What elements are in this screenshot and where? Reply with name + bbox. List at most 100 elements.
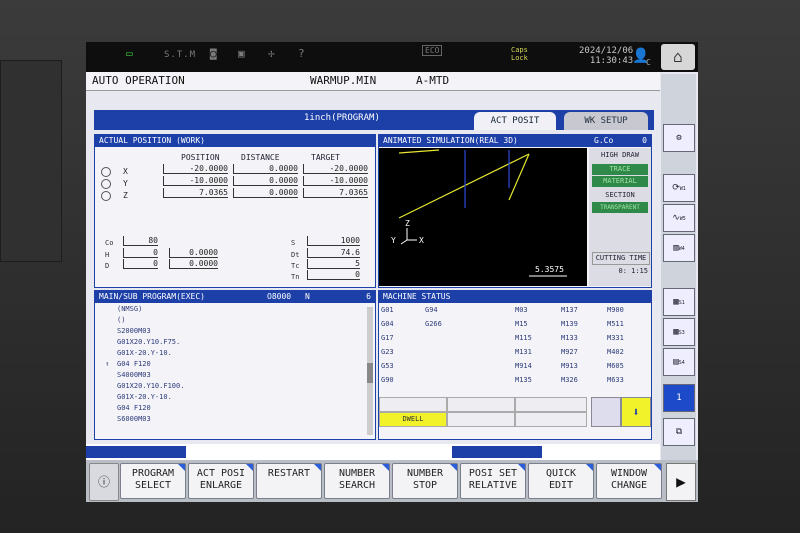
screen-s3-button[interactable]: ▦S3	[663, 318, 695, 346]
play-right-icon: ▶	[676, 472, 686, 491]
number-stop-button[interactable]: NUMBER STOP	[392, 463, 458, 499]
program-scrollbar[interactable]	[367, 307, 373, 435]
m-code: M03	[515, 306, 528, 314]
status-cell	[447, 397, 515, 412]
axis-z-radio[interactable]	[101, 191, 111, 201]
scrollbar-thumb[interactable]	[367, 363, 373, 383]
softkey-arrow-right	[452, 446, 542, 458]
m-code: M331	[607, 334, 624, 342]
number-search-button[interactable]: NUMBER SEARCH	[324, 463, 390, 499]
status-grid: DWELL	[379, 397, 589, 427]
help-icon[interactable]: ?	[298, 47, 305, 60]
material-button[interactable]: MATERIAL	[592, 176, 648, 187]
program-count: 6	[366, 292, 371, 301]
m-code: M511	[607, 320, 624, 328]
nc-screen: ▭ S.T.M ◙ ▣ ✢ ? ECO Caps Lock 2024/12/06 1…	[86, 42, 698, 502]
mtd-mode: A-MTD	[416, 74, 450, 87]
display-switch-icon[interactable]: ⧉	[663, 418, 695, 446]
co-label: Co	[105, 239, 114, 247]
s-label: S	[291, 239, 296, 247]
y-distance: 0.0000	[233, 176, 298, 186]
g-code: G266	[425, 320, 442, 328]
tab-act-posit[interactable]: ACT POSIT	[474, 112, 556, 130]
home-button[interactable]: ⌂	[661, 44, 695, 70]
window-w4-button[interactable]: ▥W4	[663, 234, 695, 262]
user-badge: C	[646, 58, 651, 67]
g-code: G94	[425, 306, 438, 314]
tab-strip: 1inch(PROGRAM) ACT POSIT WK SETUP	[94, 110, 654, 130]
program-line: S6000M03	[117, 415, 151, 423]
axis-x-radio[interactable]	[101, 167, 111, 177]
g-code: G23	[381, 348, 394, 356]
program-line: ()	[117, 316, 126, 324]
axis-y-radio[interactable]	[101, 179, 111, 189]
dt-label: Dt	[291, 251, 300, 259]
g-code: G17	[381, 334, 394, 342]
m-code: M402	[607, 348, 624, 356]
section-button[interactable]: SECTION	[592, 190, 648, 201]
high-draw-button[interactable]: HIGH DRAW	[592, 150, 648, 161]
posi-set-relative-button[interactable]: POSI SET RELATIVE	[460, 463, 526, 499]
g-code: G53	[381, 362, 394, 370]
program-line: G01X-20.Y-10.	[117, 393, 172, 401]
tc-label: Tc	[291, 262, 300, 270]
screen-s4-button[interactable]: ▤S4	[663, 348, 695, 376]
restart-button[interactable]: RESTART	[256, 463, 322, 499]
program-file: WARMUP.MIN	[310, 74, 377, 87]
settings-icon[interactable]: ⚙	[663, 124, 695, 152]
act-posi-enlarge-button[interactable]: ACT POSI ENLARGE	[188, 463, 254, 499]
operation-mode: AUTO OPERATION	[92, 74, 185, 87]
program-line: G01X20.Y10.F100.	[117, 382, 185, 390]
d-label: D	[105, 262, 110, 270]
quick-edit-button[interactable]: QUICK EDIT	[528, 463, 594, 499]
window-change-button[interactable]: WINDOW CHANGE	[596, 463, 662, 499]
camera-icon[interactable]: ◙	[210, 47, 217, 60]
m-code: M605	[607, 362, 624, 370]
simulation-viewport[interactable]: Z Y X 5.3575	[379, 148, 587, 286]
right-sidebar: ⚙ ⟳W1 ∿W5 ▥W4 ▦S1 ▦S3 ▤S4 1 ⧉	[661, 74, 696, 466]
actual-position-title: ACTUAL POSITION (WORK)	[95, 135, 375, 147]
window-w5-button[interactable]: ∿W5	[663, 204, 695, 232]
tc-value: 5	[307, 259, 360, 269]
display-mode-icon[interactable]: ▭	[126, 47, 133, 60]
status-cell	[379, 397, 447, 412]
m-code: M326	[561, 376, 578, 384]
m-code: M115	[515, 334, 532, 342]
m-code: M135	[515, 376, 532, 384]
z-position: 7.0365	[163, 188, 228, 198]
d-value: 0.0000	[169, 259, 218, 269]
m-code: M900	[607, 306, 624, 314]
softkey-arrow-left	[86, 446, 186, 458]
info-button[interactable]: ⓘ	[89, 463, 119, 501]
m-code: M927	[561, 348, 578, 356]
tool-down-icon: ⬇	[621, 397, 651, 427]
program-line: S2000M03	[117, 327, 151, 335]
page-indicator[interactable]: 1	[663, 384, 695, 412]
window-w1-button[interactable]: ⟳W1	[663, 174, 695, 202]
d-num: 0	[123, 259, 158, 269]
toolpath-graphic: Z Y X 5.3575	[391, 149, 567, 277]
x-distance: 0.0000	[233, 164, 298, 174]
spindle-icon	[591, 397, 621, 427]
status-cell	[447, 412, 515, 427]
network-icon[interactable]: ✢	[268, 47, 275, 60]
m-code: M914	[515, 362, 532, 370]
m-code: M133	[561, 334, 578, 342]
m-code: M15	[515, 320, 528, 328]
screen-s1-button[interactable]: ▦S1	[663, 288, 695, 316]
z-distance: 0.0000	[233, 188, 298, 198]
axis-label: Y	[123, 179, 128, 188]
program-line: (NMSG)	[117, 305, 143, 313]
clock: 2024/12/06 11:30:43	[579, 46, 634, 66]
actual-position-panel: ACTUAL POSITION (WORK) POSITION DISTANCE…	[94, 134, 376, 288]
window-icon[interactable]: ▣	[238, 47, 245, 60]
target-header: TARGET	[311, 153, 340, 162]
h-value: 0.0000	[169, 248, 218, 258]
next-menu-button[interactable]: ▶	[666, 463, 696, 501]
transparent-button[interactable]: TRANSPARENT	[592, 202, 648, 213]
program-select-button[interactable]: PROGRAM SELECT	[120, 463, 186, 499]
s-value: 1000	[307, 236, 360, 246]
tab-wk-setup[interactable]: WK SETUP	[564, 112, 648, 130]
trace-button[interactable]: TRACE	[592, 164, 648, 175]
position-header: POSITION	[181, 153, 220, 162]
